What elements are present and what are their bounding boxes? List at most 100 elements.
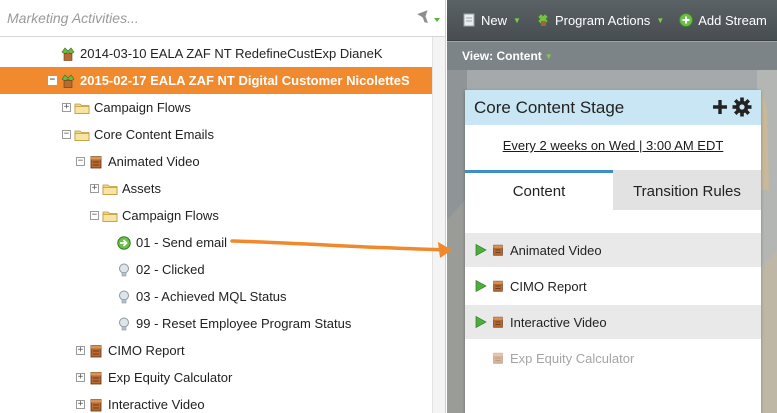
tree-node-label: 99 - Reset Employee Program Status	[136, 316, 352, 331]
new-doc-icon	[463, 13, 475, 27]
folder-icon	[102, 184, 118, 195]
program-icon	[61, 74, 75, 88]
folder-icon	[102, 211, 118, 222]
search-bar	[0, 0, 445, 37]
tree-node-icon	[88, 154, 104, 170]
program-box-icon	[90, 371, 102, 384]
tree-node[interactable]: − Animated Video	[0, 148, 432, 175]
tree-node-icon	[74, 100, 90, 116]
tree-node[interactable]: + Assets	[0, 175, 432, 202]
tree-scrollbar[interactable]	[432, 37, 445, 413]
tree-node[interactable]: 03 - Achieved MQL Status	[0, 283, 432, 310]
tree-node-icon	[116, 289, 132, 305]
program-detail-panel: New ▼ Program Actions ▼ Add Stream View:…	[447, 0, 777, 413]
smart-campaign-icon	[119, 263, 129, 276]
new-button-label: New	[481, 12, 508, 28]
collapse-icon[interactable]: −	[90, 211, 99, 220]
search-input[interactable]	[0, 0, 410, 36]
program-box-icon	[493, 316, 503, 328]
tree-node-icon	[102, 181, 118, 197]
stream-card: Core Content Stage Every 2 weeks on Wed …	[465, 90, 761, 413]
tree-node[interactable]: 01 - Send email	[0, 229, 432, 256]
chevron-down-icon: ▼	[544, 51, 553, 61]
tree-node-label: CIMO Report	[108, 343, 185, 358]
tree-node-icon	[88, 397, 104, 413]
tree-node-label: 2014-03-10 EALA ZAF NT RedefineCustExp D…	[80, 46, 383, 61]
stream-settings-button[interactable]	[732, 97, 752, 117]
tree-node-label: Assets	[122, 181, 162, 196]
tree-node-label: Animated Video	[108, 154, 200, 169]
marketing-activities-panel: 2014-03-10 EALA ZAF NT RedefineCustExp D…	[0, 0, 446, 413]
program-box-icon	[90, 344, 102, 357]
program-box-icon	[493, 280, 503, 292]
tree-node[interactable]: 99 - Reset Employee Program Status	[0, 310, 432, 337]
tree-node-icon	[116, 262, 132, 278]
tree-node[interactable]: 2014-03-10 EALA ZAF NT RedefineCustExp D…	[0, 40, 432, 67]
folder-icon	[74, 130, 90, 141]
tree-node[interactable]: − Campaign Flows	[0, 202, 432, 229]
collapse-icon[interactable]: −	[48, 76, 57, 85]
filter-button[interactable]	[416, 9, 442, 27]
expand-icon[interactable]: +	[76, 346, 85, 355]
trigger-campaign-icon	[117, 235, 131, 250]
program-actions-button[interactable]: Program Actions ▼	[535, 12, 664, 28]
tree-node[interactable]: + Campaign Flows	[0, 94, 432, 121]
play-button[interactable]	[475, 243, 487, 257]
play-button[interactable]	[475, 315, 487, 329]
tree-node[interactable]: + Interactive Video	[0, 391, 432, 413]
collapse-icon[interactable]: −	[76, 157, 85, 166]
program-actions-icon	[537, 13, 549, 26]
expand-icon[interactable]: +	[62, 103, 71, 112]
content-item-icon	[491, 279, 505, 293]
tree-node-icon	[60, 46, 76, 62]
tree-node[interactable]: + Exp Equity Calculator	[0, 364, 432, 391]
content-item-icon	[491, 315, 505, 329]
view-selector[interactable]: View: Content ▼	[447, 42, 777, 70]
tree-node-label: 03 - Achieved MQL Status	[136, 289, 287, 304]
tab-content[interactable]: Content	[465, 170, 613, 210]
play-icon	[475, 243, 487, 257]
tree-node-icon	[88, 370, 104, 386]
new-button[interactable]: New ▼	[461, 12, 521, 28]
tree-node[interactable]: 02 - Clicked	[0, 256, 432, 283]
content-item-label: Interactive Video	[510, 314, 607, 330]
collapse-icon[interactable]: −	[62, 130, 71, 139]
smart-campaign-icon	[119, 290, 129, 303]
tree-node[interactable]: − Core Content Emails	[0, 121, 432, 148]
program-box-icon	[90, 398, 102, 411]
program-box-icon	[90, 155, 102, 168]
content-item[interactable]: Animated Video	[465, 233, 761, 267]
content-item-icon	[491, 351, 505, 365]
content-item[interactable]: CIMO Report	[465, 269, 761, 303]
play-icon	[475, 279, 487, 293]
add-content-button[interactable]	[711, 98, 729, 116]
program-actions-label: Program Actions	[554, 12, 651, 28]
tree-node-label: Core Content Emails	[94, 127, 214, 142]
tab-transition-rules[interactable]: Transition Rules	[613, 170, 761, 210]
toolbar: New ▼ Program Actions ▼ Add Stream	[447, 0, 777, 41]
add-stream-button[interactable]: Add Stream	[678, 12, 767, 28]
tree-node-label: Exp Equity Calculator	[108, 370, 233, 385]
content-item[interactable]: Interactive Video	[465, 305, 761, 339]
tree-node-label: Campaign Flows	[94, 100, 191, 115]
tree-node-icon	[60, 73, 76, 89]
expand-icon[interactable]: +	[76, 400, 85, 409]
tree-node[interactable]: + CIMO Report	[0, 337, 432, 364]
content-item[interactable]: Exp Equity Calculator	[465, 341, 761, 375]
expand-icon[interactable]: +	[90, 184, 99, 193]
tree-node-icon	[116, 316, 132, 332]
chevron-down-icon: ▼	[513, 15, 521, 25]
folder-icon	[74, 103, 90, 114]
program-icon	[61, 47, 75, 61]
content-item-icon	[491, 243, 505, 257]
play-button[interactable]	[475, 279, 487, 293]
tree-node-label: 01 - Send email	[136, 235, 228, 250]
cadence-link[interactable]: Every 2 weeks on Wed | 3:00 AM EDT	[465, 138, 761, 153]
view-label: View: Content	[462, 49, 542, 63]
tree-node-icon	[116, 235, 132, 251]
expand-icon[interactable]: +	[76, 373, 85, 382]
program-box-icon	[493, 352, 503, 364]
tree-node[interactable]: − 2015-02-17 EALA ZAF NT Digital Customer…	[0, 67, 432, 94]
tree-node-icon	[88, 343, 104, 359]
filter-icon	[417, 10, 440, 23]
